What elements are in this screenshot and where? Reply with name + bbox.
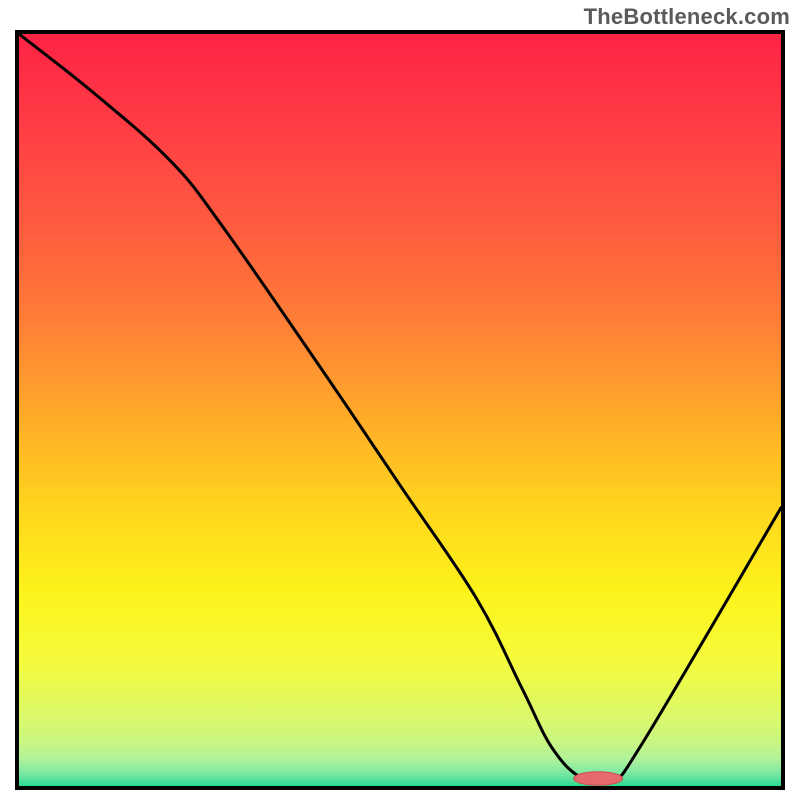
plot-area: [19, 34, 781, 786]
watermark-text: TheBottleneck.com: [584, 4, 790, 30]
optimum-marker: [574, 772, 623, 786]
plot-frame: [15, 30, 785, 790]
chart-container: TheBottleneck.com: [0, 0, 800, 800]
plot-svg: [19, 34, 781, 786]
gradient-background: [19, 34, 781, 786]
